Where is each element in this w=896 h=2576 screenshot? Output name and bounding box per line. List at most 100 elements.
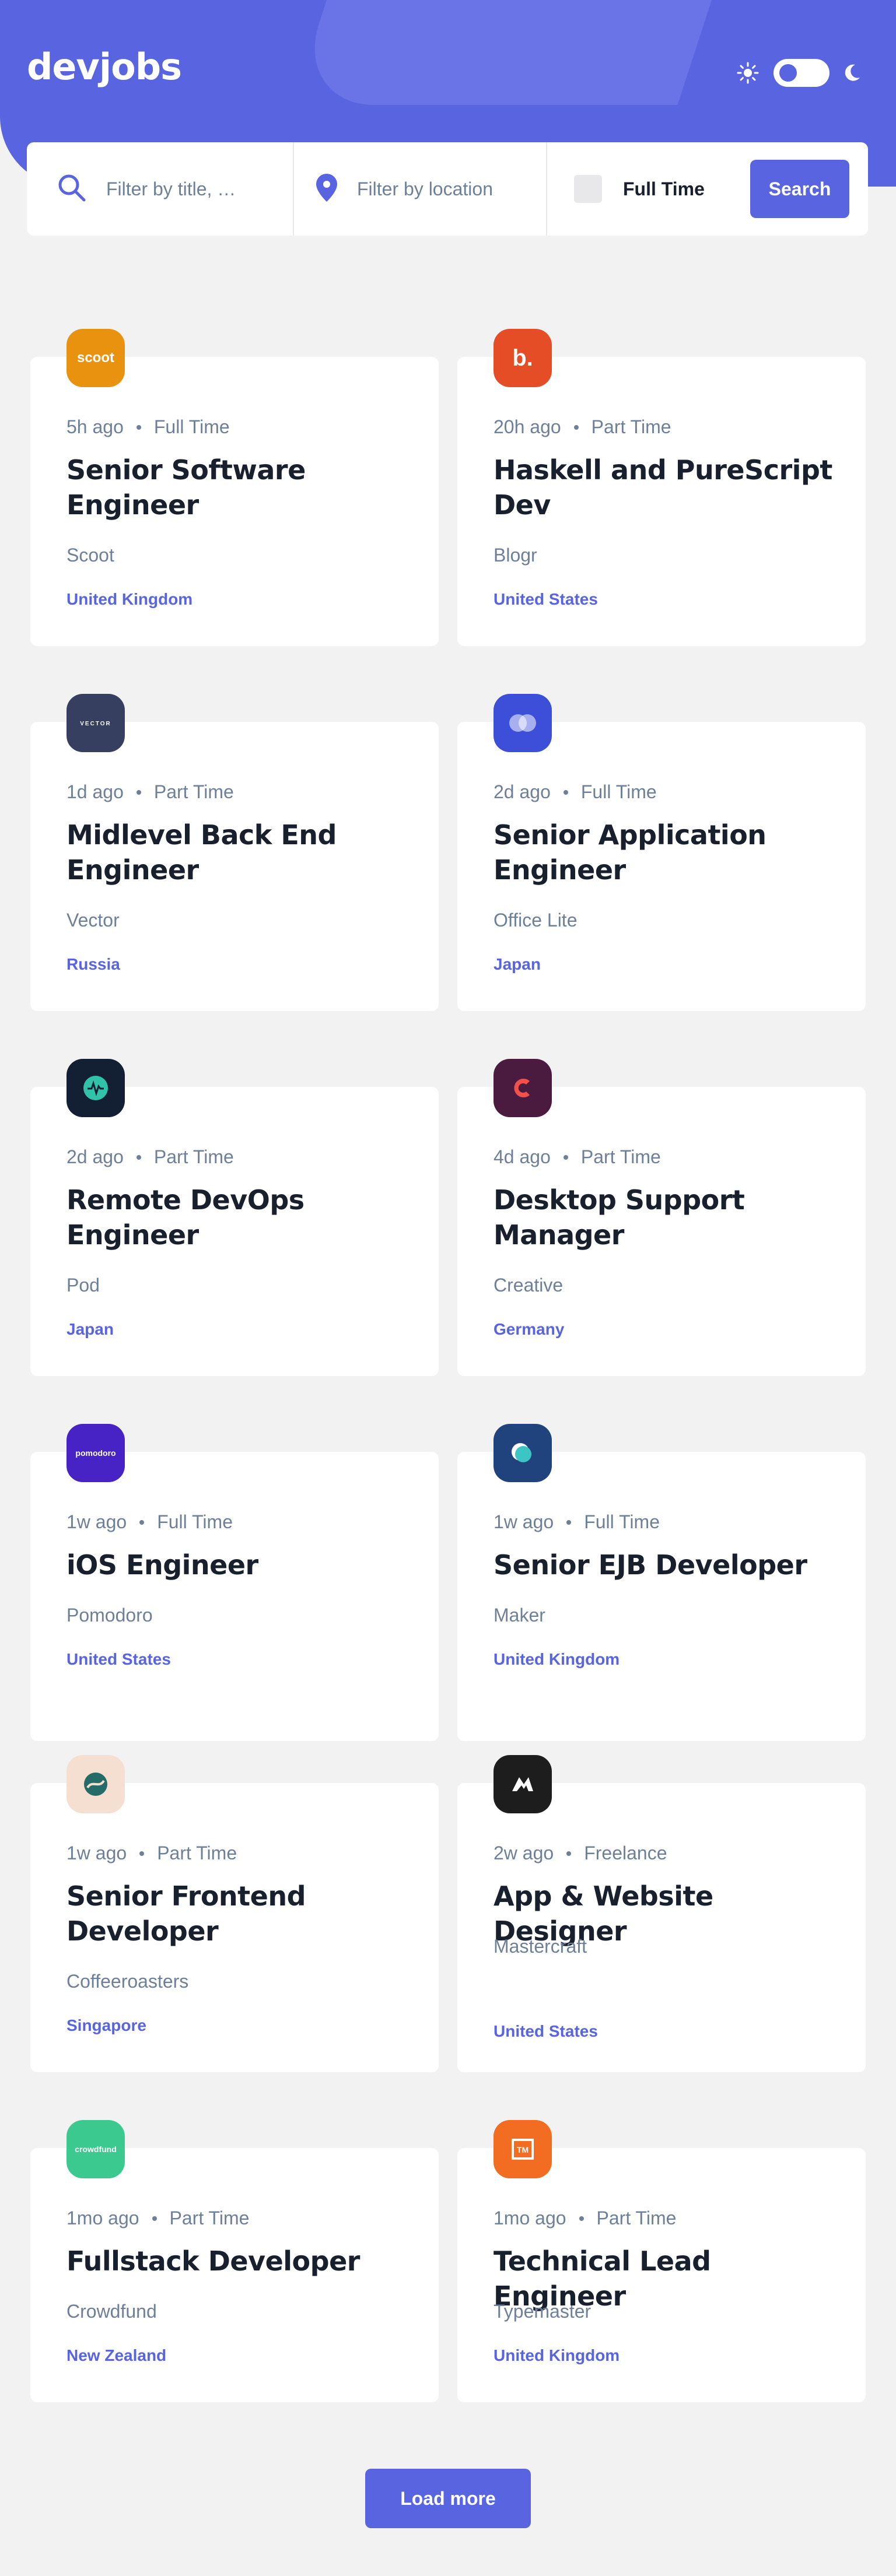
title-filter	[27, 142, 294, 236]
job-card[interactable]: b. 20h ago Part Time Haskell and PureScript…	[457, 329, 866, 646]
separator-dot	[566, 1519, 572, 1525]
job-location: United Kingdom	[66, 590, 193, 608]
job-card[interactable]: 1w ago Full Time Senior EJB Developer Maker…	[457, 1424, 866, 1741]
job-position-title[interactable]: Senior Frontend Developer	[66, 1879, 416, 1949]
job-position-title[interactable]: Midlevel Back End Engineer	[66, 817, 416, 887]
job-meta: 2d ago Part Time	[66, 1146, 234, 1168]
job-meta: 2d ago Full Time	[494, 781, 657, 803]
posted-time: 20h ago	[494, 416, 561, 437]
job-position-title[interactable]: Remote DevOps Engineer	[66, 1182, 416, 1252]
job-card[interactable]: crowdfund 1mo ago Part Time Fullstack Devel…	[30, 2120, 439, 2402]
job-location: Russia	[66, 955, 120, 973]
contract-type: Part Time	[169, 2208, 250, 2228]
company-logo-icon: crowdfund	[66, 2120, 125, 2178]
separator-dot	[566, 1851, 572, 1856]
job-location: United Kingdom	[494, 1650, 620, 1668]
job-location: New Zealand	[66, 2346, 167, 2364]
separator-dot	[563, 1154, 568, 1160]
job-card[interactable]: pomodoro 1w ago Full Time iOS Engineer Pomod…	[30, 1424, 439, 1741]
job-position-title[interactable]: Senior EJB Developer	[494, 1547, 844, 1582]
job-meta: 1w ago Full Time	[66, 1511, 233, 1533]
company-name: Blogr	[494, 545, 537, 566]
posted-time: 2w ago	[494, 1842, 554, 1863]
job-location: Japan	[66, 1320, 114, 1338]
company-logo-icon: TM	[494, 2120, 552, 2178]
toggle-knob	[779, 64, 797, 82]
theme-switch	[736, 58, 862, 87]
sun-icon	[736, 61, 760, 85]
separator-dot	[579, 2216, 584, 2221]
devjobs-logo[interactable]: devjobs	[27, 45, 182, 88]
full-time-label: Full Time	[623, 178, 705, 199]
company-name: Scoot	[66, 545, 114, 566]
job-meta: 1mo ago Part Time	[66, 2208, 249, 2229]
company-logo-text: scoot	[76, 350, 114, 366]
posted-time: 4d ago	[494, 1146, 551, 1167]
job-card[interactable]: 2d ago Part Time Remote DevOps Engineer Pod…	[30, 1059, 439, 1376]
job-position-title[interactable]: Desktop Support Manager	[494, 1182, 844, 1252]
company-logo-text: pomodoro	[75, 1448, 116, 1458]
contract-type: Full Time	[584, 1511, 660, 1532]
job-position-title[interactable]: Haskell and PureScript Dev	[494, 452, 844, 522]
company-logo-text: b.	[512, 345, 533, 371]
company-logo-icon	[494, 1755, 552, 1813]
job-meta: 1d ago Part Time	[66, 781, 234, 803]
job-meta: 1w ago Full Time	[494, 1511, 660, 1533]
job-position-title[interactable]: Senior Software Engineer	[66, 452, 416, 522]
header-decoration	[292, 0, 746, 105]
job-meta: 1mo ago Part Time	[494, 2208, 676, 2229]
job-position-title[interactable]: iOS Engineer	[66, 1547, 416, 1582]
posted-time: 2d ago	[494, 781, 551, 802]
company-name: Pod	[66, 1275, 100, 1296]
company-logo-icon: b.	[494, 329, 552, 387]
title-filter-input[interactable]	[106, 178, 246, 200]
job-location: United States	[494, 2022, 598, 2040]
company-name: Mastercraft	[494, 1936, 587, 1957]
company-name: Crowdfund	[66, 2301, 157, 2322]
posted-time: 1mo ago	[66, 2208, 139, 2228]
job-location: Japan	[494, 955, 541, 973]
job-card[interactable]: 2w ago Freelance App & Website Designer Mas…	[457, 1755, 866, 2072]
posted-time: 1w ago	[66, 1511, 127, 1532]
separator-dot	[563, 789, 568, 795]
theme-toggle[interactable]	[774, 59, 830, 87]
posted-time: 1mo ago	[494, 2208, 566, 2228]
job-card[interactable]: 1w ago Part Time Senior Frontend Developer…	[30, 1755, 439, 2072]
job-card[interactable]: 4d ago Part Time Desktop Support Manager Cr…	[457, 1059, 866, 1376]
job-location: United Kingdom	[494, 2346, 620, 2364]
contract-type: Part Time	[591, 416, 671, 437]
job-card[interactable]: scoot 5h ago Full Time Senior Software Engi…	[30, 329, 439, 646]
company-logo-icon	[66, 1059, 125, 1117]
contract-type: Full Time	[157, 1511, 233, 1532]
separator-dot	[136, 789, 141, 795]
job-card[interactable]: TM 1mo ago Part Time Technical Lead Enginee…	[457, 2120, 866, 2402]
posted-time: 5h ago	[66, 416, 124, 437]
company-name: Pomodoro	[66, 1605, 153, 1626]
location-filter-input[interactable]	[357, 178, 544, 200]
separator-dot	[136, 424, 141, 430]
company-name: Typemaster	[494, 2301, 592, 2322]
job-position-title[interactable]: Fullstack Developer	[66, 2244, 416, 2279]
job-card[interactable]: 2d ago Full Time Senior Application Engine…	[457, 694, 866, 1011]
search-button[interactable]: Search	[750, 160, 849, 218]
job-meta: 20h ago Part Time	[494, 416, 671, 438]
load-more-button[interactable]: Load more	[365, 2469, 531, 2528]
company-logo-icon: VECTOR	[66, 694, 125, 752]
separator-dot	[139, 1519, 145, 1525]
full-time-checkbox-wrap[interactable]: Full Time	[574, 175, 705, 203]
contract-type: Part Time	[157, 1842, 237, 1863]
posted-time: 1d ago	[66, 781, 124, 802]
job-card[interactable]: VECTOR 1d ago Part Time Midlevel Back End E…	[30, 694, 439, 1011]
company-logo-icon	[494, 694, 552, 752]
contract-type: Full Time	[153, 416, 230, 437]
company-logo-icon	[66, 1755, 125, 1813]
contract-type: Part Time	[580, 1146, 661, 1167]
posted-time: 2d ago	[66, 1146, 124, 1167]
company-logo-icon	[494, 1424, 552, 1482]
full-time-filter: Full Time Search	[547, 142, 868, 236]
job-position-title[interactable]: Senior Application Engineer	[494, 817, 844, 887]
logo-text: VECTOR	[80, 721, 111, 727]
full-time-checkbox[interactable]	[574, 175, 602, 203]
moon-icon	[844, 61, 862, 85]
job-meta: 5h ago Full Time	[66, 416, 230, 438]
